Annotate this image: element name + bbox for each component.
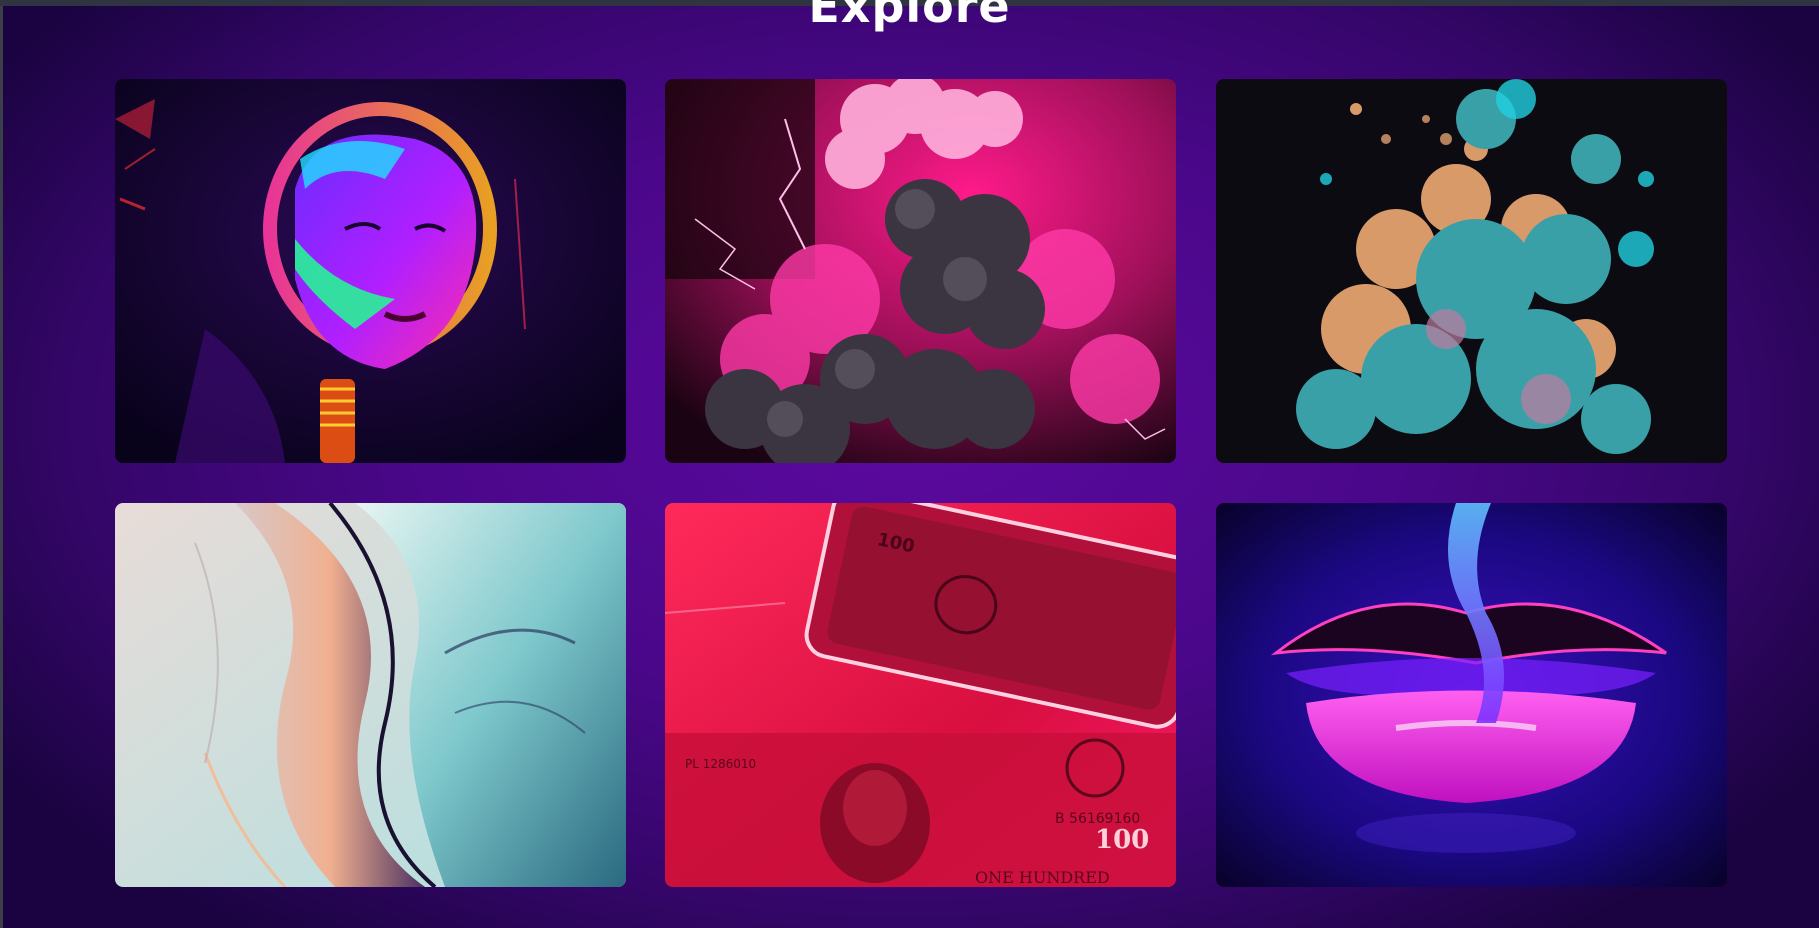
neon-face-image	[115, 79, 626, 463]
page-title: Explore	[808, 0, 1011, 33]
gallery-item-ink-cloud[interactable]	[1216, 79, 1727, 463]
gallery-item-neon-money[interactable]: 100 B 56169160 PL 1286010 100 ONE HUNDRE…	[665, 503, 1176, 887]
gallery-item-pink-smoke[interactable]	[665, 79, 1176, 463]
svg-text:100: 100	[1095, 825, 1149, 855]
explore-page: Explore 100 B 56169160 PL 1286010 100 ON…	[0, 0, 1819, 928]
gallery-item-abstract-wave[interactable]	[115, 503, 626, 887]
abstract-wave-image	[115, 503, 626, 887]
pink-smoke-cloud-image	[665, 79, 1176, 463]
neon-lips-image	[1216, 503, 1727, 887]
neon-money-phone-image: 100 B 56169160 PL 1286010 100 ONE HUNDRE…	[665, 503, 1176, 887]
gallery-item-neon-lips[interactable]	[1216, 503, 1727, 887]
gallery-item-neon-face[interactable]	[115, 79, 626, 463]
svg-text:ONE HUNDRED: ONE HUNDRED	[975, 868, 1110, 887]
svg-text:PL 1286010: PL 1286010	[685, 757, 756, 771]
window-left-edge	[0, 6, 3, 928]
ink-cloud-image	[1216, 79, 1727, 463]
